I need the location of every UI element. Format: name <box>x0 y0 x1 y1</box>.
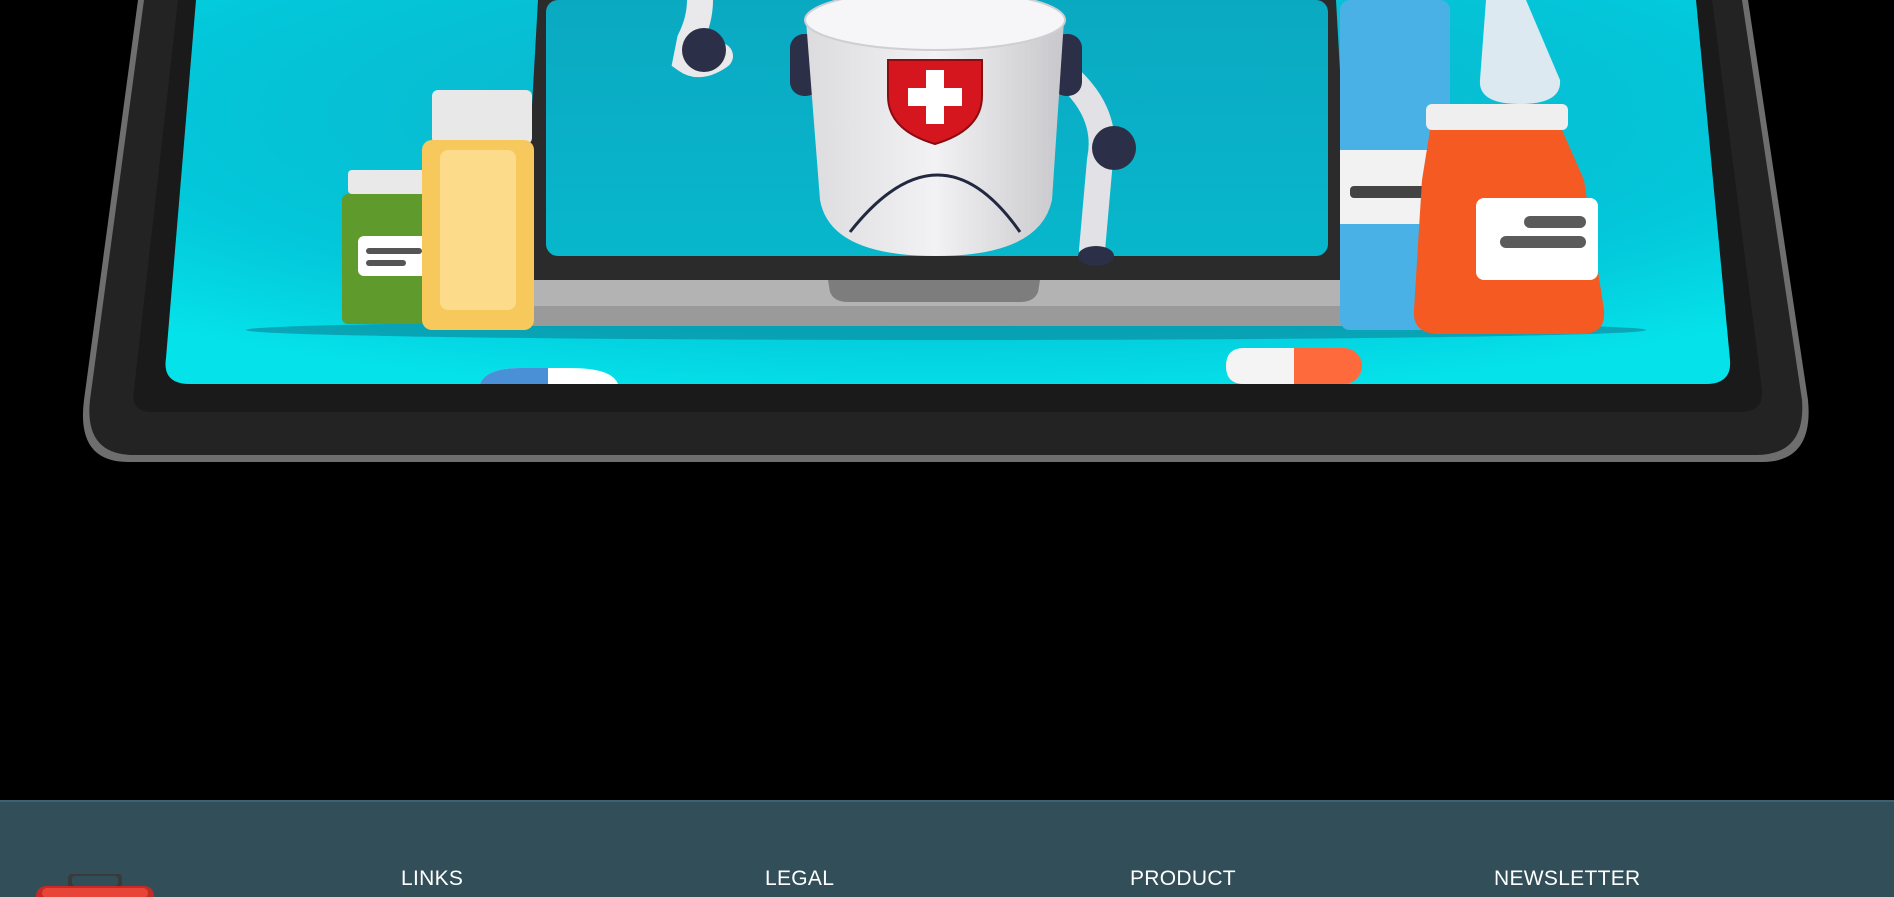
footer-heading-links: LINKS <box>401 867 464 890</box>
first-aid-kit-icon <box>36 874 154 897</box>
footer-heading-product: PRODUCT <box>1130 867 1236 890</box>
footer-heading-legal: LEGAL <box>765 867 835 890</box>
page: LINKS LEGAL PRODUCT NEWSLETTER <box>0 0 1894 897</box>
hero-section <box>0 0 1894 800</box>
telemedicine-illustration <box>82 0 1809 462</box>
footer-heading-newsletter: NEWSLETTER <box>1494 867 1641 890</box>
site-footer: LINKS LEGAL PRODUCT NEWSLETTER <box>0 800 1894 897</box>
capsule-pill-right <box>1226 348 1362 384</box>
yellow-pill-bottle <box>422 90 534 330</box>
tablet-screen <box>165 0 1731 384</box>
